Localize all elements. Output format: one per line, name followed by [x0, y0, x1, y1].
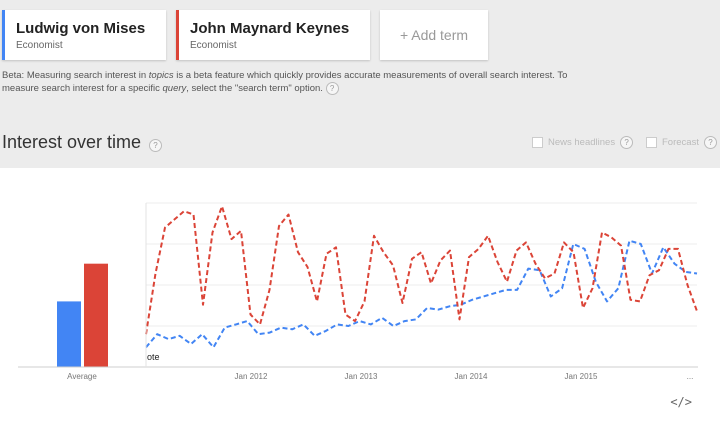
- term-type: Economist: [16, 40, 63, 51]
- help-icon[interactable]: ?: [620, 136, 634, 149]
- interest-over-time-chart: Average Jan 2012 Jan 2013 Jan 2014 Jan 2015.…: [0, 168, 720, 423]
- average-bar: [84, 263, 108, 367]
- x-tick-label: Jan 2014: [455, 372, 488, 381]
- term-type: Economist: [190, 40, 237, 51]
- forecast-label: Forecast: [662, 137, 699, 148]
- beta-text: Beta: Measuring search interest in: [2, 70, 149, 81]
- average-bar: [57, 301, 81, 367]
- news-headlines-option[interactable]: News headlines ?: [532, 136, 634, 149]
- news-headlines-checkbox[interactable]: [532, 137, 543, 148]
- term-card-mises[interactable]: Ludwig von Mises Economist: [2, 10, 166, 60]
- chart-svg: Average Jan 2012 Jan 2013 Jan 2014 Jan 2015.…: [18, 202, 698, 381]
- average-label: Average: [67, 372, 97, 381]
- forecast-option[interactable]: Forecast ?: [646, 136, 717, 149]
- x-tick-label: ...: [687, 372, 694, 381]
- term-name: John Maynard Keynes: [190, 20, 350, 37]
- add-term-label: + Add term: [399, 27, 469, 43]
- news-headlines-label: News headlines: [548, 137, 616, 148]
- help-icon[interactable]: ?: [149, 139, 162, 152]
- term-card-keynes[interactable]: John Maynard Keynes Economist: [176, 10, 370, 60]
- add-term-button[interactable]: + Add term: [380, 10, 488, 60]
- x-tick-label: Jan 2015: [565, 372, 598, 381]
- series-color-stripe: [2, 10, 5, 60]
- beta-text: , select the "search term" option.: [186, 83, 323, 95]
- section-title: Interest over time: [2, 132, 142, 152]
- forecast-checkbox[interactable]: [646, 137, 657, 148]
- beta-topics: topics: [148, 70, 174, 81]
- x-tick-label: Jan 2013: [345, 372, 378, 381]
- annotation-note: ote: [147, 352, 160, 362]
- beta-note: Beta: Measuring search interest in topic…: [2, 70, 602, 95]
- help-icon[interactable]: ?: [703, 136, 717, 149]
- embed-code-icon[interactable]: </>: [670, 395, 692, 409]
- beta-query: query: [162, 83, 187, 95]
- term-name: Ludwig von Mises: [16, 20, 146, 37]
- help-icon[interactable]: ?: [325, 82, 339, 95]
- x-tick-label: Jan 2012: [235, 372, 268, 381]
- series-line-mises: [145, 239, 698, 349]
- series-color-stripe: [176, 10, 179, 60]
